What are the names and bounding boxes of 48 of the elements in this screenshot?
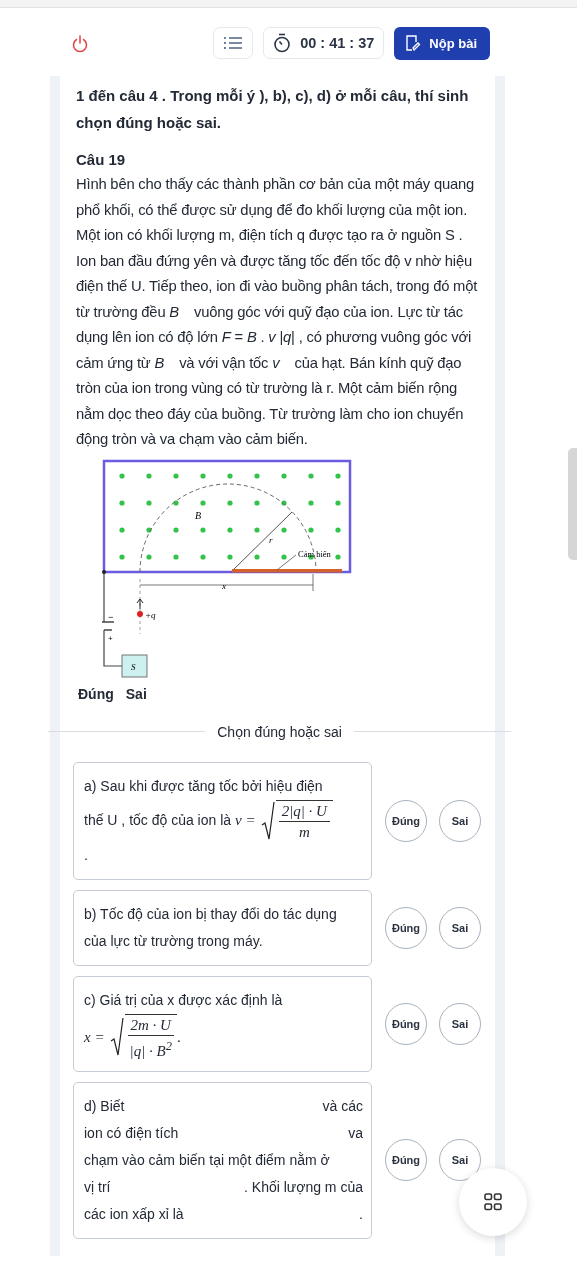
mass-spectrometer-drawing: B⃗ r Cảm biến x +q − + S: [102, 458, 357, 684]
fraction-numerator: 2m · U: [127, 1014, 174, 1036]
submit-button[interactable]: Nộp bài: [394, 26, 490, 60]
statement-text: và các: [322, 1096, 363, 1116]
answer-option-button[interactable]: Sai: [439, 1002, 481, 1045]
answer-option-button[interactable]: Đúng: [385, 799, 427, 842]
question-paragraph: Hình bên cho thấy các thành phần cơ bản của một máy quang phổ khối, có thể được sử dụng để đo khối lượng của một ion. Một ion có khối lượng m, điện tích q được tạo ra ở nguồn S . Ion ban đầu đứng yên và được tăng tốc đến tốc độ v nhờ hiệu điện thế U. Tiếp theo, ion đi vào buồng phân tách, trong đó một từ trường đều B⃗ vuông góc với quỹ đạo của ion. Lực từ tác dụng lên ion có độ lớn F = B . v |q| , có phương vuông góc với cảm ứng từ B⃗ và với vận tốc v⃗ của hạt. Bán kính quỹ đạo tròn của ion trong vùng có từ trường là r. Một cảm biến rộng nằm dọc theo đáy của buồng. Từ trường làm cho ion chuyển động tròn và va chạm vào cảm biến.: [76, 175, 479, 449]
statement-text: a) Sau khi được tăng tốc bởi hiệu điện: [84, 776, 324, 796]
grid-menu-button[interactable]: [459, 1168, 527, 1236]
statement-text: chạm vào cảm biến tại một điểm nằm ở: [84, 1150, 331, 1170]
answer-option-button[interactable]: Sai: [439, 1139, 481, 1181]
statement-text: c) Giá trị của x được xác định là: [84, 990, 284, 1010]
math-text: x =: [84, 1027, 105, 1047]
math-text: .: [176, 1027, 181, 1047]
section-title: Chọn đúng hoặc sai: [217, 723, 342, 740]
statement-text: . Khối lượng m của: [244, 1177, 363, 1197]
answer-option-button[interactable]: Đúng: [385, 1002, 427, 1045]
square-root-sign: [109, 1017, 124, 1057]
square-root-sign: [260, 800, 275, 841]
math-text: v =: [235, 811, 256, 830]
instruction-text: 1 đến câu 4 . Trong mỗi ý ), b), c), d) ở mỗi câu, thí sinh chọn đúng hoặc sai.: [76, 86, 470, 133]
menu-button[interactable]: [213, 27, 254, 59]
fraction-numerator: 2|q| · U: [278, 800, 330, 822]
document-pen-icon: [405, 34, 422, 52]
statement-text: vị trí: [84, 1177, 111, 1197]
statement-text: d) Biết: [84, 1096, 125, 1116]
answer-option-button[interactable]: Sai: [439, 906, 481, 949]
power-icon[interactable]: [72, 35, 88, 53]
statement-text: ion có điện tích: [84, 1123, 179, 1143]
answer-option-button[interactable]: Đúng: [385, 1139, 427, 1181]
fraction-denominator: m: [298, 822, 310, 842]
statement-text: .: [359, 1204, 363, 1224]
stopwatch-icon: [273, 33, 292, 53]
statement-text: va: [348, 1123, 363, 1143]
grid-icon: [484, 1193, 502, 1211]
question-title: Câu 19: [76, 150, 127, 170]
answer-label: Đúng: [78, 685, 114, 702]
statement-text: .: [84, 845, 89, 865]
statement-text: các ion xấp xỉ là: [84, 1204, 184, 1224]
statement-text: thế U , tốc độ của ion là: [84, 811, 232, 830]
fraction-denominator: |q| · B$^{2}$: [129, 1037, 172, 1061]
menu-icon: [223, 36, 244, 50]
scrollbar-thumb[interactable]: [568, 448, 577, 560]
timer-text: 00 : 41 : 37: [300, 35, 375, 51]
answer-option-button[interactable]: Sai: [439, 799, 481, 842]
answer-option-button[interactable]: Đúng: [385, 906, 427, 949]
answer-label: Sai: [125, 685, 147, 702]
statement-text: b) Tốc độ của ion bị thay đổi do tác dụng của lực từ trường trong máy.: [84, 904, 338, 951]
